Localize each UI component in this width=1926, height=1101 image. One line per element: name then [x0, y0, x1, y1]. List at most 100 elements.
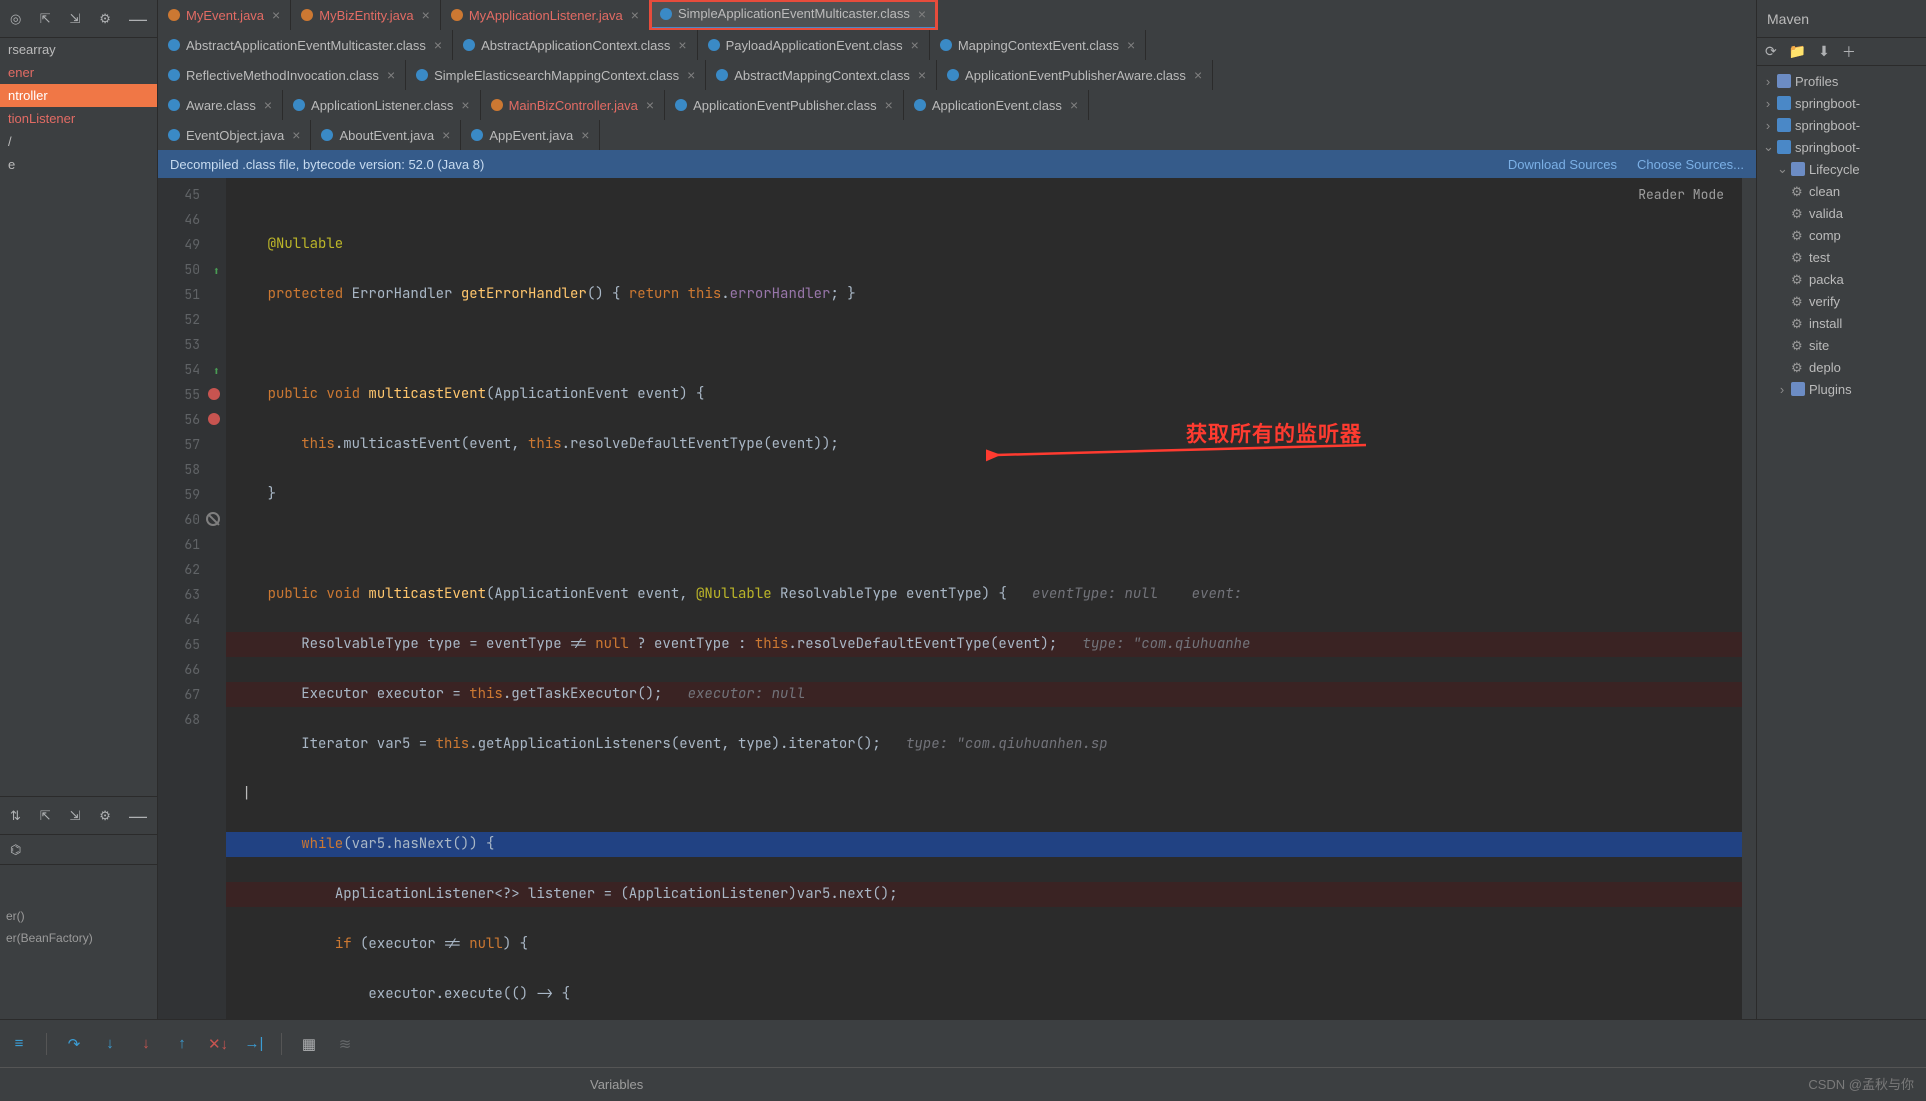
reader-mode-label[interactable]: Reader Mode: [1638, 182, 1724, 207]
editor-tab[interactable]: AbstractApplicationContext.class×: [453, 30, 698, 60]
class-file-icon: [416, 69, 428, 81]
target-icon[interactable]: ◎: [10, 11, 26, 27]
editor-tab[interactable]: AboutEvent.java×: [311, 120, 461, 150]
force-step-into-icon[interactable]: ↓: [137, 1035, 155, 1053]
project-item-selected[interactable]: ntroller: [0, 84, 157, 107]
tree-node-lifecycle[interactable]: ⌄Lifecycle: [1763, 158, 1926, 180]
tree-node-module[interactable]: ⌄springboot-: [1763, 136, 1926, 158]
project-item[interactable]: ener: [0, 61, 157, 84]
close-icon[interactable]: ×: [272, 7, 280, 23]
editor-tab[interactable]: ApplicationEventPublisherAware.class×: [937, 60, 1213, 90]
lifecycle-goal[interactable]: packa: [1763, 268, 1926, 290]
close-icon[interactable]: ×: [918, 6, 926, 22]
gear-icon[interactable]: ⚙: [99, 11, 115, 27]
project-item[interactable]: tionListener: [0, 107, 157, 130]
breakpoint-icon[interactable]: [208, 388, 220, 400]
tree-icon[interactable]: ⌬: [10, 842, 26, 858]
download-sources-link[interactable]: Download Sources: [1508, 157, 1617, 172]
close-icon[interactable]: ×: [461, 97, 469, 113]
editor-scrollbar[interactable]: [1742, 178, 1756, 1019]
lifecycle-goal[interactable]: install: [1763, 312, 1926, 334]
gear-icon[interactable]: ⚙: [99, 808, 115, 824]
maven-tree: ›Profiles ›springboot- ›springboot- ⌄spr…: [1757, 66, 1926, 400]
expand-icon[interactable]: ⇱: [40, 808, 56, 824]
expand-icon[interactable]: ⇱: [40, 11, 56, 27]
editor-tab[interactable]: AppEvent.java×: [461, 120, 600, 150]
editor-tab[interactable]: MappingContextEvent.class×: [930, 30, 1146, 60]
close-icon[interactable]: ×: [581, 127, 589, 143]
close-icon[interactable]: ×: [422, 7, 430, 23]
structure-item[interactable]: er(BeanFactory): [0, 927, 157, 949]
close-icon[interactable]: ×: [631, 7, 639, 23]
tree-node-module[interactable]: ›springboot-: [1763, 114, 1926, 136]
code-content[interactable]: Reader Mode @Nullable protected ErrorHan…: [226, 178, 1742, 1019]
editor-tab[interactable]: ApplicationEventPublisher.class×: [665, 90, 904, 120]
no-step-icon[interactable]: [206, 512, 220, 526]
project-item[interactable]: /: [0, 130, 157, 153]
close-icon[interactable]: ×: [264, 97, 272, 113]
collapse-icon[interactable]: ⇲: [70, 11, 86, 27]
tree-node-module[interactable]: ›springboot-: [1763, 92, 1926, 114]
close-icon[interactable]: ×: [1070, 97, 1078, 113]
step-over-icon[interactable]: ↷: [65, 1035, 83, 1053]
tree-node-profiles[interactable]: ›Profiles: [1763, 70, 1926, 92]
refresh-icon[interactable]: ⟳: [1765, 43, 1777, 60]
editor-tab[interactable]: AbstractApplicationEventMulticaster.clas…: [158, 30, 453, 60]
lifecycle-goal[interactable]: valida: [1763, 202, 1926, 224]
minimize-icon[interactable]: —: [129, 10, 147, 28]
editor-tab[interactable]: ReflectiveMethodInvocation.class×: [158, 60, 406, 90]
project-item[interactable]: e: [0, 153, 157, 176]
close-icon[interactable]: ×: [387, 67, 395, 83]
trace-icon[interactable]: ≋: [336, 1035, 354, 1053]
editor-tab[interactable]: AbstractMappingContext.class×: [706, 60, 937, 90]
editor-tab[interactable]: Aware.class×: [158, 90, 283, 120]
tree-node-plugins[interactable]: ›Plugins: [1763, 378, 1926, 400]
editor-tab[interactable]: PayloadApplicationEvent.class×: [698, 30, 930, 60]
debug-toolbar: ≡ ↷ ↓ ↓ ↑ ✕↓ →| ▦ ≋: [0, 1019, 1926, 1067]
lifecycle-goal[interactable]: site: [1763, 334, 1926, 356]
close-icon[interactable]: ×: [434, 37, 442, 53]
editor-tab[interactable]: MyBizEntity.java×: [291, 0, 441, 30]
lifecycle-goal[interactable]: deplo: [1763, 356, 1926, 378]
lifecycle-goal[interactable]: test: [1763, 246, 1926, 268]
minimize-icon[interactable]: —: [129, 807, 147, 825]
lifecycle-goal[interactable]: verify: [1763, 290, 1926, 312]
editor-tab[interactable]: SimpleApplicationEventMulticaster.class×: [650, 0, 937, 30]
close-icon[interactable]: ×: [646, 97, 654, 113]
folder-icon[interactable]: 📁: [1789, 43, 1806, 60]
add-icon[interactable]: ＋: [1842, 42, 1856, 62]
sort-icon[interactable]: ⇅: [10, 808, 26, 824]
evaluate-icon[interactable]: ▦: [300, 1035, 318, 1053]
show-execution-icon[interactable]: ≡: [10, 1035, 28, 1053]
close-icon[interactable]: ×: [442, 127, 450, 143]
editor-tab[interactable]: SimpleElasticsearchMappingContext.class×: [406, 60, 706, 90]
close-icon[interactable]: ×: [1194, 67, 1202, 83]
close-icon[interactable]: ×: [918, 67, 926, 83]
editor-tab[interactable]: ApplicationEvent.class×: [904, 90, 1089, 120]
lifecycle-goal[interactable]: clean: [1763, 180, 1926, 202]
download-icon[interactable]: ⬇: [1818, 43, 1830, 60]
run-to-cursor-icon[interactable]: →|: [245, 1035, 263, 1053]
tab-label: EventObject.java: [186, 128, 284, 143]
close-icon[interactable]: ×: [678, 37, 686, 53]
close-icon[interactable]: ×: [911, 37, 919, 53]
project-item[interactable]: rsearray: [0, 38, 157, 61]
choose-sources-link[interactable]: Choose Sources...: [1637, 157, 1744, 172]
close-icon[interactable]: ×: [687, 67, 695, 83]
close-icon[interactable]: ×: [292, 127, 300, 143]
close-icon[interactable]: ×: [885, 97, 893, 113]
breakpoint-icon[interactable]: [208, 413, 220, 425]
structure-item[interactable]: er(): [0, 905, 157, 927]
drop-frame-icon[interactable]: ✕↓: [209, 1035, 227, 1053]
editor-tab[interactable]: MyApplicationListener.java×: [441, 0, 650, 30]
collapse-icon[interactable]: ⇲: [70, 808, 86, 824]
close-icon[interactable]: ×: [1127, 37, 1135, 53]
step-out-icon[interactable]: ↑: [173, 1035, 191, 1053]
editor-tab[interactable]: ApplicationListener.class×: [283, 90, 481, 120]
editor-tab[interactable]: MainBizController.java×: [481, 90, 666, 120]
lifecycle-goal[interactable]: comp: [1763, 224, 1926, 246]
step-into-icon[interactable]: ↓: [101, 1035, 119, 1053]
editor-tab[interactable]: EventObject.java ×: [158, 120, 311, 150]
code-editor[interactable]: 45 46 49 50 51 52 53 54 55 56 57 58 59 6…: [158, 178, 1756, 1019]
editor-tab[interactable]: MyEvent.java×: [158, 0, 291, 30]
